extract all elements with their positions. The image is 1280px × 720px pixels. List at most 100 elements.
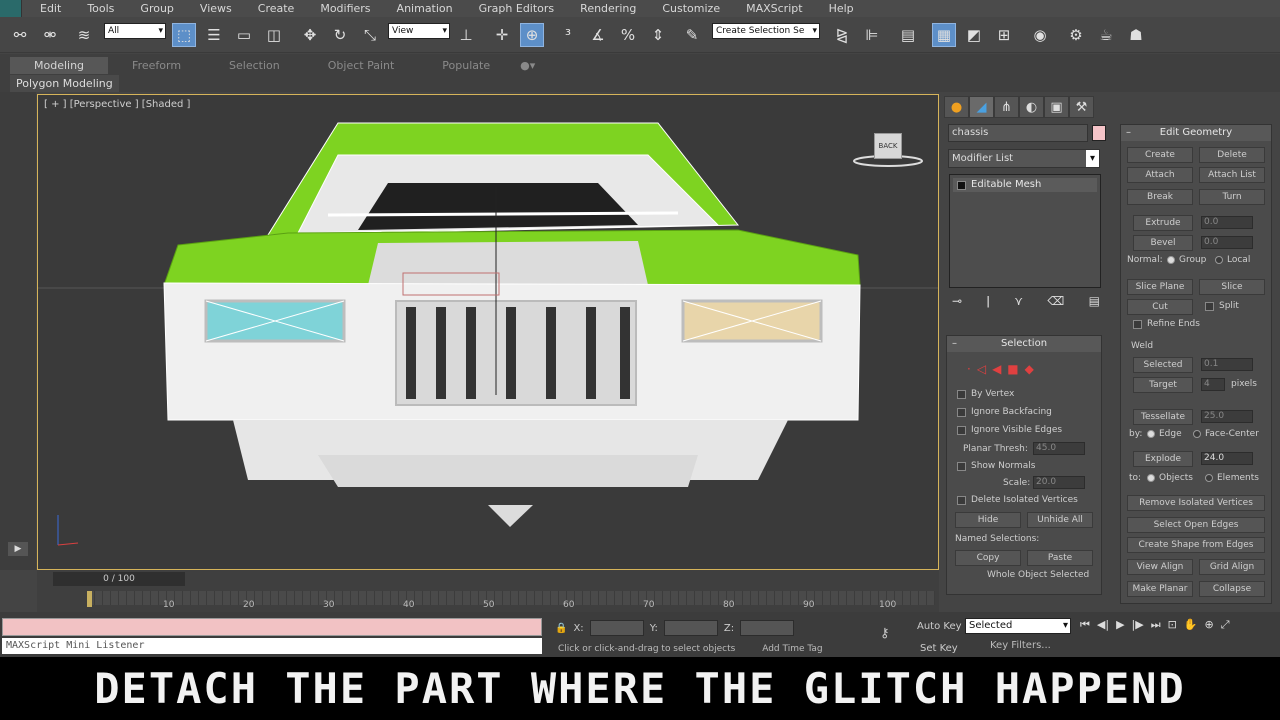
tab-freeform[interactable]: Freeform — [108, 57, 205, 74]
edit-geometry-rollout-title[interactable]: Edit Geometry — [1121, 125, 1271, 141]
key-selection-dropdown[interactable]: Selected — [965, 618, 1071, 634]
window-crossing-icon[interactable]: ◫ — [262, 23, 286, 47]
bevel-spinner[interactable]: 0.0 — [1201, 236, 1253, 249]
make-planar-button[interactable]: Make Planar — [1127, 581, 1193, 597]
object-name-field[interactable]: chassis — [948, 124, 1088, 142]
menu-create[interactable]: Create — [258, 2, 295, 15]
edge-radio[interactable] — [1147, 430, 1155, 438]
objects-radio[interactable] — [1147, 474, 1155, 482]
edge-icon[interactable]: ◁ — [977, 362, 986, 376]
menu-views[interactable]: Views — [200, 2, 232, 15]
vertex-icon[interactable]: · — [967, 362, 971, 376]
move-icon[interactable]: ✥ — [298, 23, 322, 47]
slice-plane-button[interactable]: Slice Plane — [1127, 279, 1193, 295]
maximize-viewport-icon[interactable]: ⤢ — [1221, 618, 1230, 632]
attach-button[interactable]: Attach — [1127, 167, 1193, 183]
remove-modifier-icon[interactable]: ⌫ — [1047, 294, 1064, 314]
rect-selection-icon[interactable]: ▭ — [232, 23, 256, 47]
tab-modeling[interactable]: Modeling — [10, 57, 109, 74]
reference-coord-dropdown[interactable]: View — [388, 23, 450, 39]
break-button[interactable]: Break — [1127, 189, 1193, 205]
explode-button[interactable]: Explode — [1133, 451, 1193, 467]
time-slider[interactable]: 0 / 100 — [53, 572, 185, 586]
bevel-button[interactable]: Bevel — [1133, 235, 1193, 251]
modifier-list-dropdown[interactable]: Modifier List — [948, 149, 1100, 168]
menu-edit[interactable]: Edit — [40, 2, 61, 15]
ignore-backfacing-checkbox[interactable] — [957, 408, 966, 417]
unlink-icon[interactable]: ⚮ — [38, 23, 62, 47]
tab-populate[interactable]: Populate — [418, 57, 514, 74]
cut-button[interactable]: Cut — [1127, 299, 1193, 315]
render-production-icon[interactable]: ☗ — [1124, 23, 1148, 47]
local-radio[interactable] — [1215, 256, 1223, 264]
lock-icon[interactable]: 🔒 — [555, 623, 567, 634]
planar-thresh-spinner[interactable]: 45.0 — [1033, 442, 1085, 455]
grid-align-button[interactable]: Grid Align — [1199, 559, 1265, 575]
slice-button[interactable]: Slice — [1199, 279, 1265, 295]
material-editor-icon[interactable]: ◉ — [1028, 23, 1052, 47]
select-object-icon[interactable]: ⬚ — [172, 23, 196, 47]
viewcube[interactable]: BACK — [874, 133, 902, 159]
percent-snap-icon[interactable]: % — [616, 23, 640, 47]
scale-icon[interactable]: ⤡ — [358, 23, 382, 47]
ribbon-toggle-icon[interactable]: ▦ — [932, 23, 956, 47]
rotate-icon[interactable]: ↻ — [328, 23, 352, 47]
modify-tab-icon[interactable]: ◢ — [969, 96, 994, 118]
menu-graph-editors[interactable]: Graph Editors — [479, 2, 555, 15]
curve-editor-icon[interactable]: ◩ — [962, 23, 986, 47]
app-logo-icon[interactable] — [0, 0, 22, 17]
display-tab-icon[interactable]: ▣ — [1044, 96, 1069, 118]
face-center-radio[interactable] — [1193, 430, 1201, 438]
select-by-name-icon[interactable]: ☰ — [202, 23, 226, 47]
hide-button[interactable]: Hide — [955, 512, 1021, 528]
menu-maxscript[interactable]: MAXScript — [746, 2, 802, 15]
snap-toggle-icon[interactable]: ³ — [556, 23, 580, 47]
extrude-button[interactable]: Extrude — [1133, 215, 1193, 231]
next-frame-icon[interactable]: |▶ — [1132, 618, 1144, 632]
menu-tools[interactable]: Tools — [87, 2, 114, 15]
create-shape-from-edges-button[interactable]: Create Shape from Edges — [1127, 537, 1265, 553]
weld-target-button[interactable]: Target — [1133, 377, 1193, 393]
pan-icon[interactable]: ✋ — [1184, 618, 1198, 632]
align-icon[interactable]: ⊫ — [860, 23, 884, 47]
x-coord-field[interactable] — [589, 620, 644, 636]
create-button[interactable]: Create — [1127, 147, 1193, 163]
selection-rollout-title[interactable]: Selection — [947, 336, 1101, 352]
polygon-icon[interactable]: ■ — [1007, 362, 1018, 376]
named-selection-dropdown[interactable]: Create Selection Se — [712, 23, 820, 39]
explode-spinner[interactable]: 24.0 — [1201, 452, 1253, 465]
current-frame-marker[interactable] — [87, 591, 92, 607]
stack-item-editable-mesh[interactable]: Editable Mesh — [953, 178, 1097, 192]
split-checkbox[interactable] — [1205, 302, 1214, 311]
extrude-spinner[interactable]: 0.0 — [1201, 216, 1253, 229]
make-unique-icon[interactable]: ⋎ — [1014, 294, 1023, 314]
tessellate-spinner[interactable]: 25.0 — [1201, 410, 1253, 423]
menu-help[interactable]: Help — [829, 2, 854, 15]
by-vertex-checkbox[interactable] — [957, 390, 966, 399]
ignore-visible-edges-checkbox[interactable] — [957, 426, 966, 435]
edit-named-selection-icon[interactable]: ✎ — [680, 23, 704, 47]
element-icon[interactable]: ◆ — [1025, 362, 1034, 376]
perspective-viewport[interactable]: [ + ] [Perspective ] [Shaded ] BACK — [37, 94, 939, 570]
rendered-frame-icon[interactable]: ☕ — [1094, 23, 1118, 47]
zoom-extents-icon[interactable]: ⊡ — [1168, 618, 1177, 632]
unhide-all-button[interactable]: Unhide All — [1027, 512, 1093, 528]
schematic-view-icon[interactable]: ⊞ — [992, 23, 1016, 47]
key-filters-button[interactable]: Key Filters... — [990, 640, 1051, 651]
y-coord-field[interactable] — [663, 620, 718, 636]
menu-customize[interactable]: Customize — [662, 2, 720, 15]
paste-button[interactable]: Paste — [1027, 550, 1093, 566]
weld-selected-button[interactable]: Selected — [1133, 357, 1193, 373]
group-radio[interactable] — [1167, 256, 1175, 264]
tab-object-paint[interactable]: Object Paint — [304, 57, 419, 74]
pivot-icon[interactable]: ⊥ — [454, 23, 478, 47]
layer-manager-icon[interactable]: ▤ — [896, 23, 920, 47]
create-tab-icon[interactable]: ● — [944, 96, 969, 118]
z-coord-field[interactable] — [740, 620, 795, 636]
menu-group[interactable]: Group — [140, 2, 174, 15]
select-open-edges-button[interactable]: Select Open Edges — [1127, 517, 1265, 533]
go-to-end-icon[interactable]: ⏭ — [1151, 618, 1161, 632]
elements-radio[interactable] — [1205, 474, 1213, 482]
menu-rendering[interactable]: Rendering — [580, 2, 636, 15]
show-normals-checkbox[interactable] — [957, 462, 966, 471]
